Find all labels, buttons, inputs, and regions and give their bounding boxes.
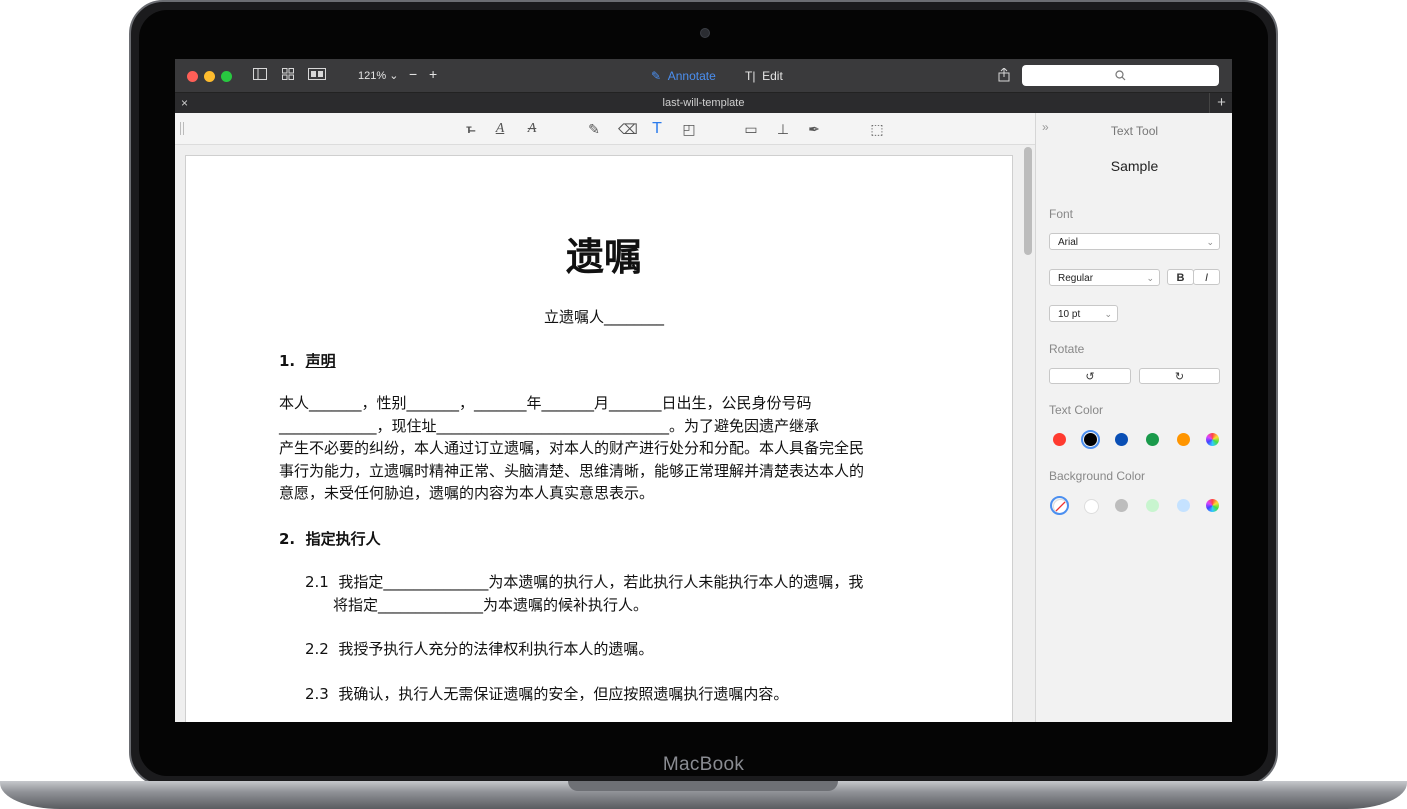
underline-icon[interactable]: A — [492, 121, 508, 137]
background-color-swatch[interactable] — [1146, 499, 1159, 512]
font-label: Font — [1049, 207, 1074, 221]
background-color-swatch[interactable] — [1177, 499, 1190, 512]
search-input[interactable] — [1022, 65, 1219, 86]
close-window-button[interactable] — [187, 71, 198, 82]
document-subtitle: 立遗嘱人________ — [543, 308, 664, 326]
zoom-level-dropdown[interactable]: 121% ⌄ — [358, 69, 398, 82]
minimize-window-button[interactable] — [204, 71, 215, 82]
edit-mode-button[interactable]: T| Edit — [745, 69, 783, 83]
grid-view-icon[interactable] — [281, 68, 295, 82]
font-size-select[interactable]: 10 pt ⌄ — [1049, 305, 1118, 322]
document-title: 遗嘱 — [565, 235, 642, 279]
chevron-down-icon: ⌄ — [1104, 309, 1112, 319]
device-brand-label: MacBook — [662, 754, 745, 775]
signature-icon[interactable]: ✒ — [806, 121, 822, 137]
text-color-label: Text Color — [1049, 403, 1104, 417]
section-2-heading: 2. 指定执行人 — [279, 530, 381, 548]
text-color-swatch[interactable] — [1053, 433, 1066, 446]
comment-icon[interactable]: ▭ — [743, 121, 759, 137]
text-tool-panel: » Text Tool Sample Font Arial ⌄ Regular ⌄ … — [1035, 113, 1232, 722]
document-page: 遗嘱 立遗嘱人________ 1. 声明 本人_______，性别______… — [185, 155, 1013, 722]
rotate-right-icon: ↻ — [1174, 371, 1185, 383]
tab-title[interactable]: last-will-template — [175, 97, 1232, 109]
vertical-scrollbar[interactable] — [1024, 147, 1032, 255]
text-cursor-icon: T| — [745, 69, 756, 83]
font-family-select[interactable]: Arial ⌄ — [1049, 233, 1220, 250]
strikethrough-icon[interactable]: A — [524, 121, 540, 137]
text-color-swatch[interactable] — [1115, 433, 1128, 446]
pen-icon: ✎ — [651, 69, 662, 83]
zoom-window-button[interactable] — [221, 71, 232, 82]
background-color-swatch[interactable] — [1084, 499, 1099, 514]
section-1-paragraph: 本人_______，性别_______，_______年_______月____… — [279, 394, 865, 503]
rotate-left-button[interactable]: ↺ — [1049, 368, 1131, 384]
rotate-label: Rotate — [1049, 342, 1085, 356]
item-2-2: 2.2 我授予执行人充分的法律权利执行本人的遗嘱。 — [305, 640, 654, 658]
stamp-icon[interactable]: ⊥ — [775, 121, 791, 137]
font-sample: Sample — [1110, 158, 1159, 174]
title-bar: 121% ⌄ − + ✎ Annotate T| Edit — [175, 59, 1232, 92]
selected-swatch-ring — [1081, 430, 1100, 449]
text-highlight-icon[interactable]: ᴛ̶ — [461, 121, 477, 137]
text-color-swatch[interactable] — [1177, 433, 1190, 446]
font-style-select[interactable]: Regular ⌄ — [1049, 269, 1160, 286]
annotation-toolbar: ᴛ̶ A A ✎ ⌫ T ◰ ▭ ⊥ ✒ ⬚ — [175, 113, 1035, 145]
sidebar-toggle-icon[interactable] — [253, 68, 267, 82]
pencil-icon[interactable]: ✎ — [586, 121, 602, 137]
document-area: 遗嘱 立遗嘱人________ 1. 声明 本人_______，性别______… — [175, 145, 1035, 722]
search-icon — [1115, 70, 1126, 81]
new-tab-icon[interactable]: + — [1209, 93, 1232, 114]
tab-bar: × last-will-template + — [175, 92, 1232, 114]
panel-title: Text Tool — [1110, 124, 1159, 138]
rotate-right-button[interactable]: ↻ — [1139, 368, 1220, 384]
color-wheel-icon[interactable] — [1206, 433, 1219, 446]
laptop-hinge-notch — [568, 781, 838, 791]
selected-swatch-ring — [1050, 496, 1069, 515]
eraser-icon[interactable]: ⌫ — [618, 121, 638, 137]
camera-icon — [700, 28, 710, 38]
item-2-3: 2.3 我确认，执行人无需保证遗嘱的安全，但应按照遗嘱执行遗嘱内容。 — [305, 685, 789, 703]
text-color-swatch[interactable] — [1146, 433, 1159, 446]
toolbar-grip-icon — [180, 122, 184, 135]
annotate-mode-button[interactable]: ✎ Annotate — [651, 69, 716, 83]
item-2-1: 2.1 我指定______________为本遗嘱的执行人，若此执行人未能执行本… — [305, 573, 864, 614]
chevron-down-icon: ⌄ — [1206, 237, 1214, 247]
zoom-in-icon[interactable]: + — [429, 66, 437, 82]
background-color-label: Background Color — [1049, 469, 1146, 483]
two-page-view-icon[interactable] — [308, 68, 326, 82]
zoom-out-icon[interactable]: − — [409, 66, 417, 82]
selection-icon[interactable]: ⬚ — [869, 121, 885, 137]
color-wheel-icon[interactable] — [1206, 499, 1219, 512]
share-icon[interactable] — [997, 67, 1011, 82]
chevron-down-icon: ⌄ — [1146, 273, 1154, 283]
shapes-icon[interactable]: ◰ — [681, 121, 697, 137]
rotate-left-icon: ↺ — [1085, 371, 1095, 383]
section-1-heading: 1. 声明 — [279, 352, 336, 370]
background-color-swatch[interactable] — [1115, 499, 1128, 512]
app-window: 121% ⌄ − + ✎ Annotate T| Edit × last-wil… — [175, 59, 1232, 722]
italic-button[interactable]: I — [1193, 269, 1220, 285]
bold-button[interactable]: B — [1167, 269, 1194, 285]
text-tool-icon[interactable]: T — [649, 121, 665, 137]
